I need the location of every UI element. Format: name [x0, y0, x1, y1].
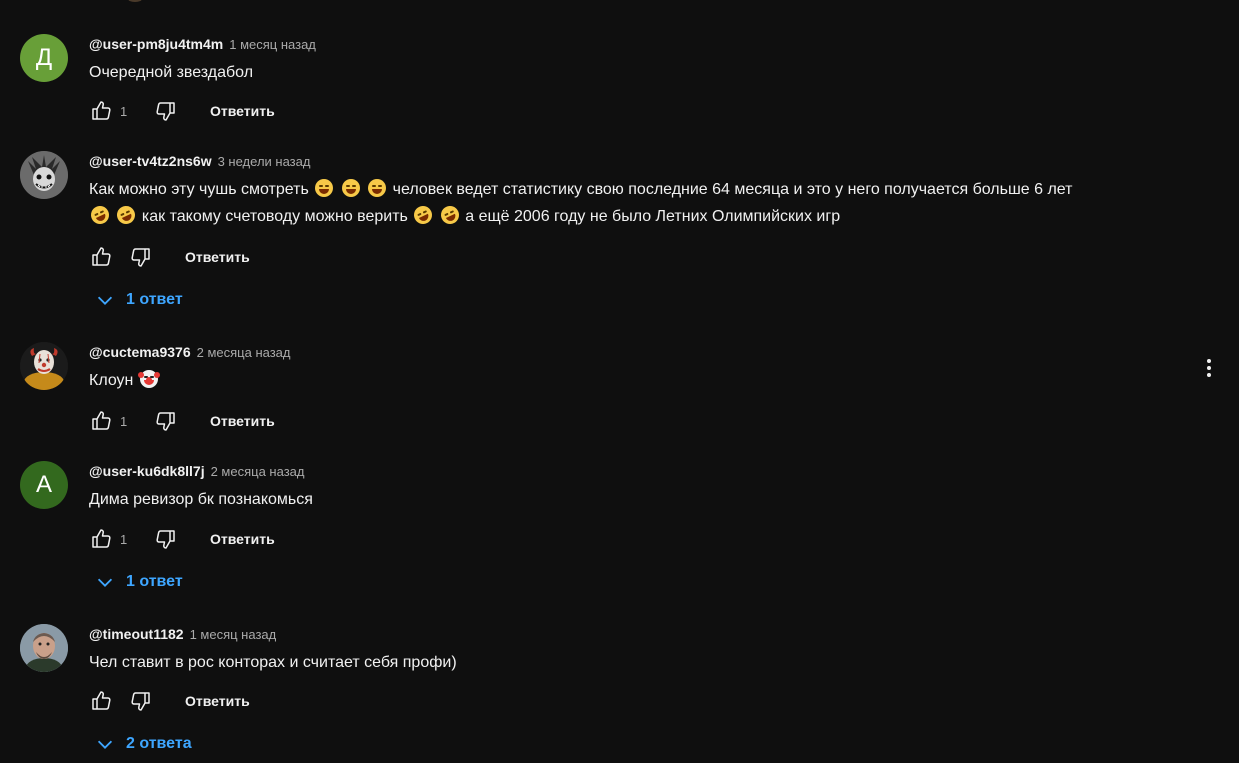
comment-text: Очередной звездабол — [89, 64, 254, 81]
comment-body: @cuctema9376 2 месяца назад Клоун — [89, 342, 1239, 394]
comment-text-part: человек ведет статистику свою последние … — [392, 181, 1073, 198]
like-button[interactable] — [89, 689, 113, 713]
reply-button[interactable]: Ответить — [210, 413, 275, 429]
comment-time[interactable]: 2 месяца назад — [197, 343, 291, 363]
comment-meta: @timeout1182 1 месяц назад — [89, 624, 1239, 644]
show-replies-button[interactable]: 1 ответ — [94, 284, 183, 316]
show-replies-button[interactable]: 1 ответ — [94, 566, 183, 598]
laughing-emoji — [341, 179, 360, 197]
thumb-down-icon — [156, 412, 175, 431]
comment-meta: @cuctema9376 2 месяца назад — [89, 342, 1239, 362]
thumb-up-icon — [92, 247, 111, 266]
replies-count: 1 ответ — [126, 291, 183, 308]
chevron-down-icon — [97, 296, 113, 305]
comment-body: @timeout1182 1 месяц назад Чел ставит в … — [89, 624, 1239, 676]
thumb-down-icon — [131, 692, 150, 711]
clown-emoji — [137, 370, 160, 388]
comment-author[interactable]: @user-tv4tz2ns6w — [89, 151, 212, 171]
comment-actions: 1 Ответить — [89, 95, 275, 127]
like-count: 1 — [120, 531, 128, 547]
comment-time[interactable]: 1 месяц назад — [190, 625, 277, 645]
joker-avatar-icon[interactable] — [20, 151, 68, 199]
avatar-letter: Д — [35, 44, 53, 71]
comment-actions: Ответить — [89, 241, 250, 273]
comment-body: @user-tv4tz2ns6w 3 недели назад Как можн… — [88, 151, 1239, 230]
thumb-up-icon — [92, 691, 111, 710]
thumb-up-icon — [92, 101, 111, 120]
show-replies-button[interactable]: 2 ответа — [94, 728, 192, 760]
avatar-letter: А — [35, 471, 52, 498]
thumb-up-icon — [92, 411, 111, 430]
comment-body: @user-pm8ju4tm4m 1 месяц назад Очередной… — [89, 34, 1239, 86]
thumb-down-icon — [131, 248, 150, 267]
like-count: 1 — [120, 413, 128, 429]
comment-actions: 1 Ответить — [89, 405, 275, 437]
laughing-emoji — [368, 179, 387, 197]
comment-text-part: Как можно эту чушь смотреть — [89, 181, 309, 198]
comment-text: Дима ревизор бк познакомься — [89, 491, 313, 508]
dislike-button[interactable] — [154, 99, 178, 123]
comment-meta: @user-ku6dk8ll7j 2 месяца назад — [89, 461, 1239, 481]
comment-author[interactable]: @cuctema9376 — [89, 342, 191, 362]
comment-body: @user-ku6dk8ll7j 2 месяца назад Дима рев… — [89, 461, 1239, 513]
comment-text-part: как такому счетоводу можно верить — [141, 208, 408, 225]
chevron-down-icon — [97, 578, 113, 587]
avatar[interactable]: А — [20, 461, 68, 509]
comment-meta: @user-pm8ju4tm4m 1 месяц назад — [89, 34, 1239, 54]
replies-count: 1 ответ — [126, 573, 183, 590]
comment-meta: @user-tv4tz2ns6w 3 недели назад — [89, 151, 1239, 171]
comment-author[interactable]: @timeout1182 — [89, 624, 184, 644]
thumb-down-icon — [156, 102, 175, 121]
thumb-up-icon — [92, 529, 111, 548]
like-button[interactable] — [89, 409, 113, 433]
man-avatar-icon[interactable] — [20, 624, 68, 672]
comment-text-part: а ещё 2006 году не было Летних Олимпийск… — [465, 208, 841, 225]
more-actions-icon[interactable] — [1199, 356, 1219, 380]
previous-avatar-fragment — [128, 0, 142, 2]
comment-text: Клоун — [89, 367, 1239, 394]
comment-author[interactable]: @user-ku6dk8ll7j — [89, 461, 205, 481]
clown-avatar-icon[interactable] — [20, 342, 68, 390]
comment-actions: 1 Ответить — [89, 523, 275, 555]
rofl-emoji — [114, 203, 139, 227]
like-button[interactable] — [89, 527, 113, 551]
thumb-down-icon — [156, 530, 175, 549]
reply-button[interactable]: Ответить — [185, 249, 250, 265]
rofl-emoji — [88, 203, 112, 227]
laughing-emoji — [315, 179, 334, 197]
avatar[interactable]: Д — [20, 34, 68, 82]
replies-count: 2 ответа — [126, 735, 192, 752]
dislike-button[interactable] — [129, 245, 153, 269]
reply-button[interactable]: Ответить — [210, 103, 275, 119]
comment-text: Чел ставит в рос конторах и считает себя… — [89, 654, 457, 671]
chevron-down-icon — [97, 740, 113, 749]
comment-text-part: Клоун — [89, 372, 134, 389]
dislike-button[interactable] — [154, 527, 178, 551]
rofl-emoji — [437, 203, 462, 227]
like-count: 1 — [120, 103, 128, 119]
comment-actions: Ответить — [89, 685, 250, 717]
reply-button[interactable]: Ответить — [185, 693, 250, 709]
dislike-button[interactable] — [129, 689, 153, 713]
comment-author[interactable]: @user-pm8ju4tm4m — [89, 34, 223, 54]
like-button[interactable] — [89, 99, 113, 123]
comment-time[interactable]: 3 недели назад — [218, 152, 311, 172]
reply-button[interactable]: Ответить — [210, 531, 275, 547]
rofl-emoji — [411, 203, 436, 227]
like-button[interactable] — [89, 245, 113, 269]
comments-section: Д @user-pm8ju4tm4m 1 месяц назад Очередн… — [0, 0, 1239, 763]
comment-time[interactable]: 1 месяц назад — [229, 35, 316, 55]
comment-text: Как можно эту чушь смотреть человек веде… — [88, 176, 1239, 230]
dislike-button[interactable] — [154, 409, 178, 433]
comment-time[interactable]: 2 месяца назад — [211, 462, 305, 482]
